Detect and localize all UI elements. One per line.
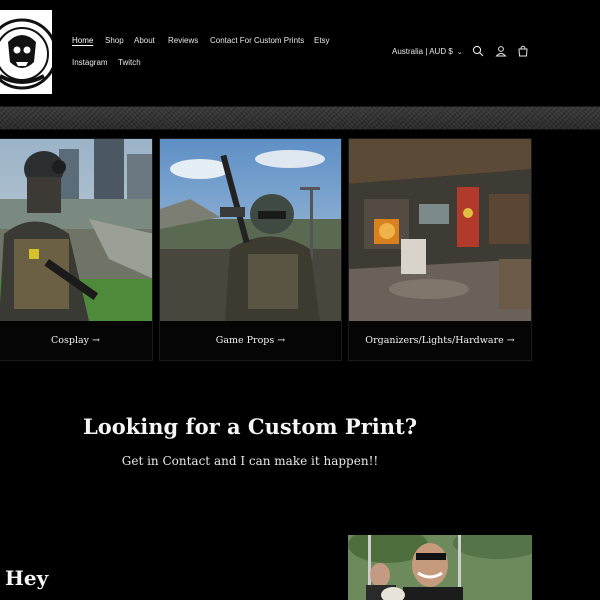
collection-image-organizers-lights-hardware bbox=[349, 139, 531, 321]
nav-shop[interactable]: Shop bbox=[105, 36, 124, 45]
collection-image-cosplay bbox=[0, 139, 152, 321]
collection-card-organizers-lights-hardware[interactable]: Organizers/Lights/Hardware → bbox=[348, 138, 532, 361]
nav-twitch[interactable]: Twitch bbox=[118, 58, 141, 67]
nav-instagram[interactable]: Instagram bbox=[72, 58, 108, 67]
collection-card-game-props[interactable]: Game Props → bbox=[159, 138, 342, 361]
cart-icon[interactable] bbox=[517, 45, 529, 57]
site-header: Home Shop About Reviews Contact For Cust… bbox=[0, 0, 600, 105]
collection-label-game-props: Game Props → bbox=[215, 335, 286, 346]
country-currency-selector[interactable]: Australia | AUD $ ⌄ bbox=[392, 47, 463, 56]
collection-label-cosplay: Cosplay → bbox=[51, 335, 100, 346]
logo[interactable] bbox=[0, 10, 52, 94]
cta-heading: Looking for a Custom Print? bbox=[82, 414, 418, 439]
nav-reviews[interactable]: Reviews bbox=[168, 36, 198, 45]
cta-subheading: Get in Contact and I can make it happen!… bbox=[121, 454, 379, 468]
about-heading: Hey bbox=[5, 566, 49, 590]
texture-divider bbox=[0, 106, 600, 130]
collection-label-organizers-lights-hardware: Organizers/Lights/Hardware → bbox=[365, 335, 515, 346]
nav-home[interactable]: Home bbox=[72, 36, 93, 45]
collection-card-cosplay[interactable]: Cosplay → bbox=[0, 138, 153, 361]
owner-photo bbox=[348, 535, 532, 600]
nav-etsy[interactable]: Etsy bbox=[314, 36, 330, 45]
chevron-down-icon: ⌄ bbox=[456, 49, 463, 56]
account-icon[interactable] bbox=[495, 45, 507, 57]
locale-label: Australia | AUD $ bbox=[392, 47, 453, 56]
logo-emblem bbox=[0, 18, 52, 90]
nav-about[interactable]: About bbox=[134, 36, 155, 45]
nav-contact-custom-prints[interactable]: Contact For Custom Prints bbox=[210, 36, 304, 45]
collection-image-game-props bbox=[160, 139, 341, 321]
search-icon[interactable] bbox=[472, 45, 484, 57]
